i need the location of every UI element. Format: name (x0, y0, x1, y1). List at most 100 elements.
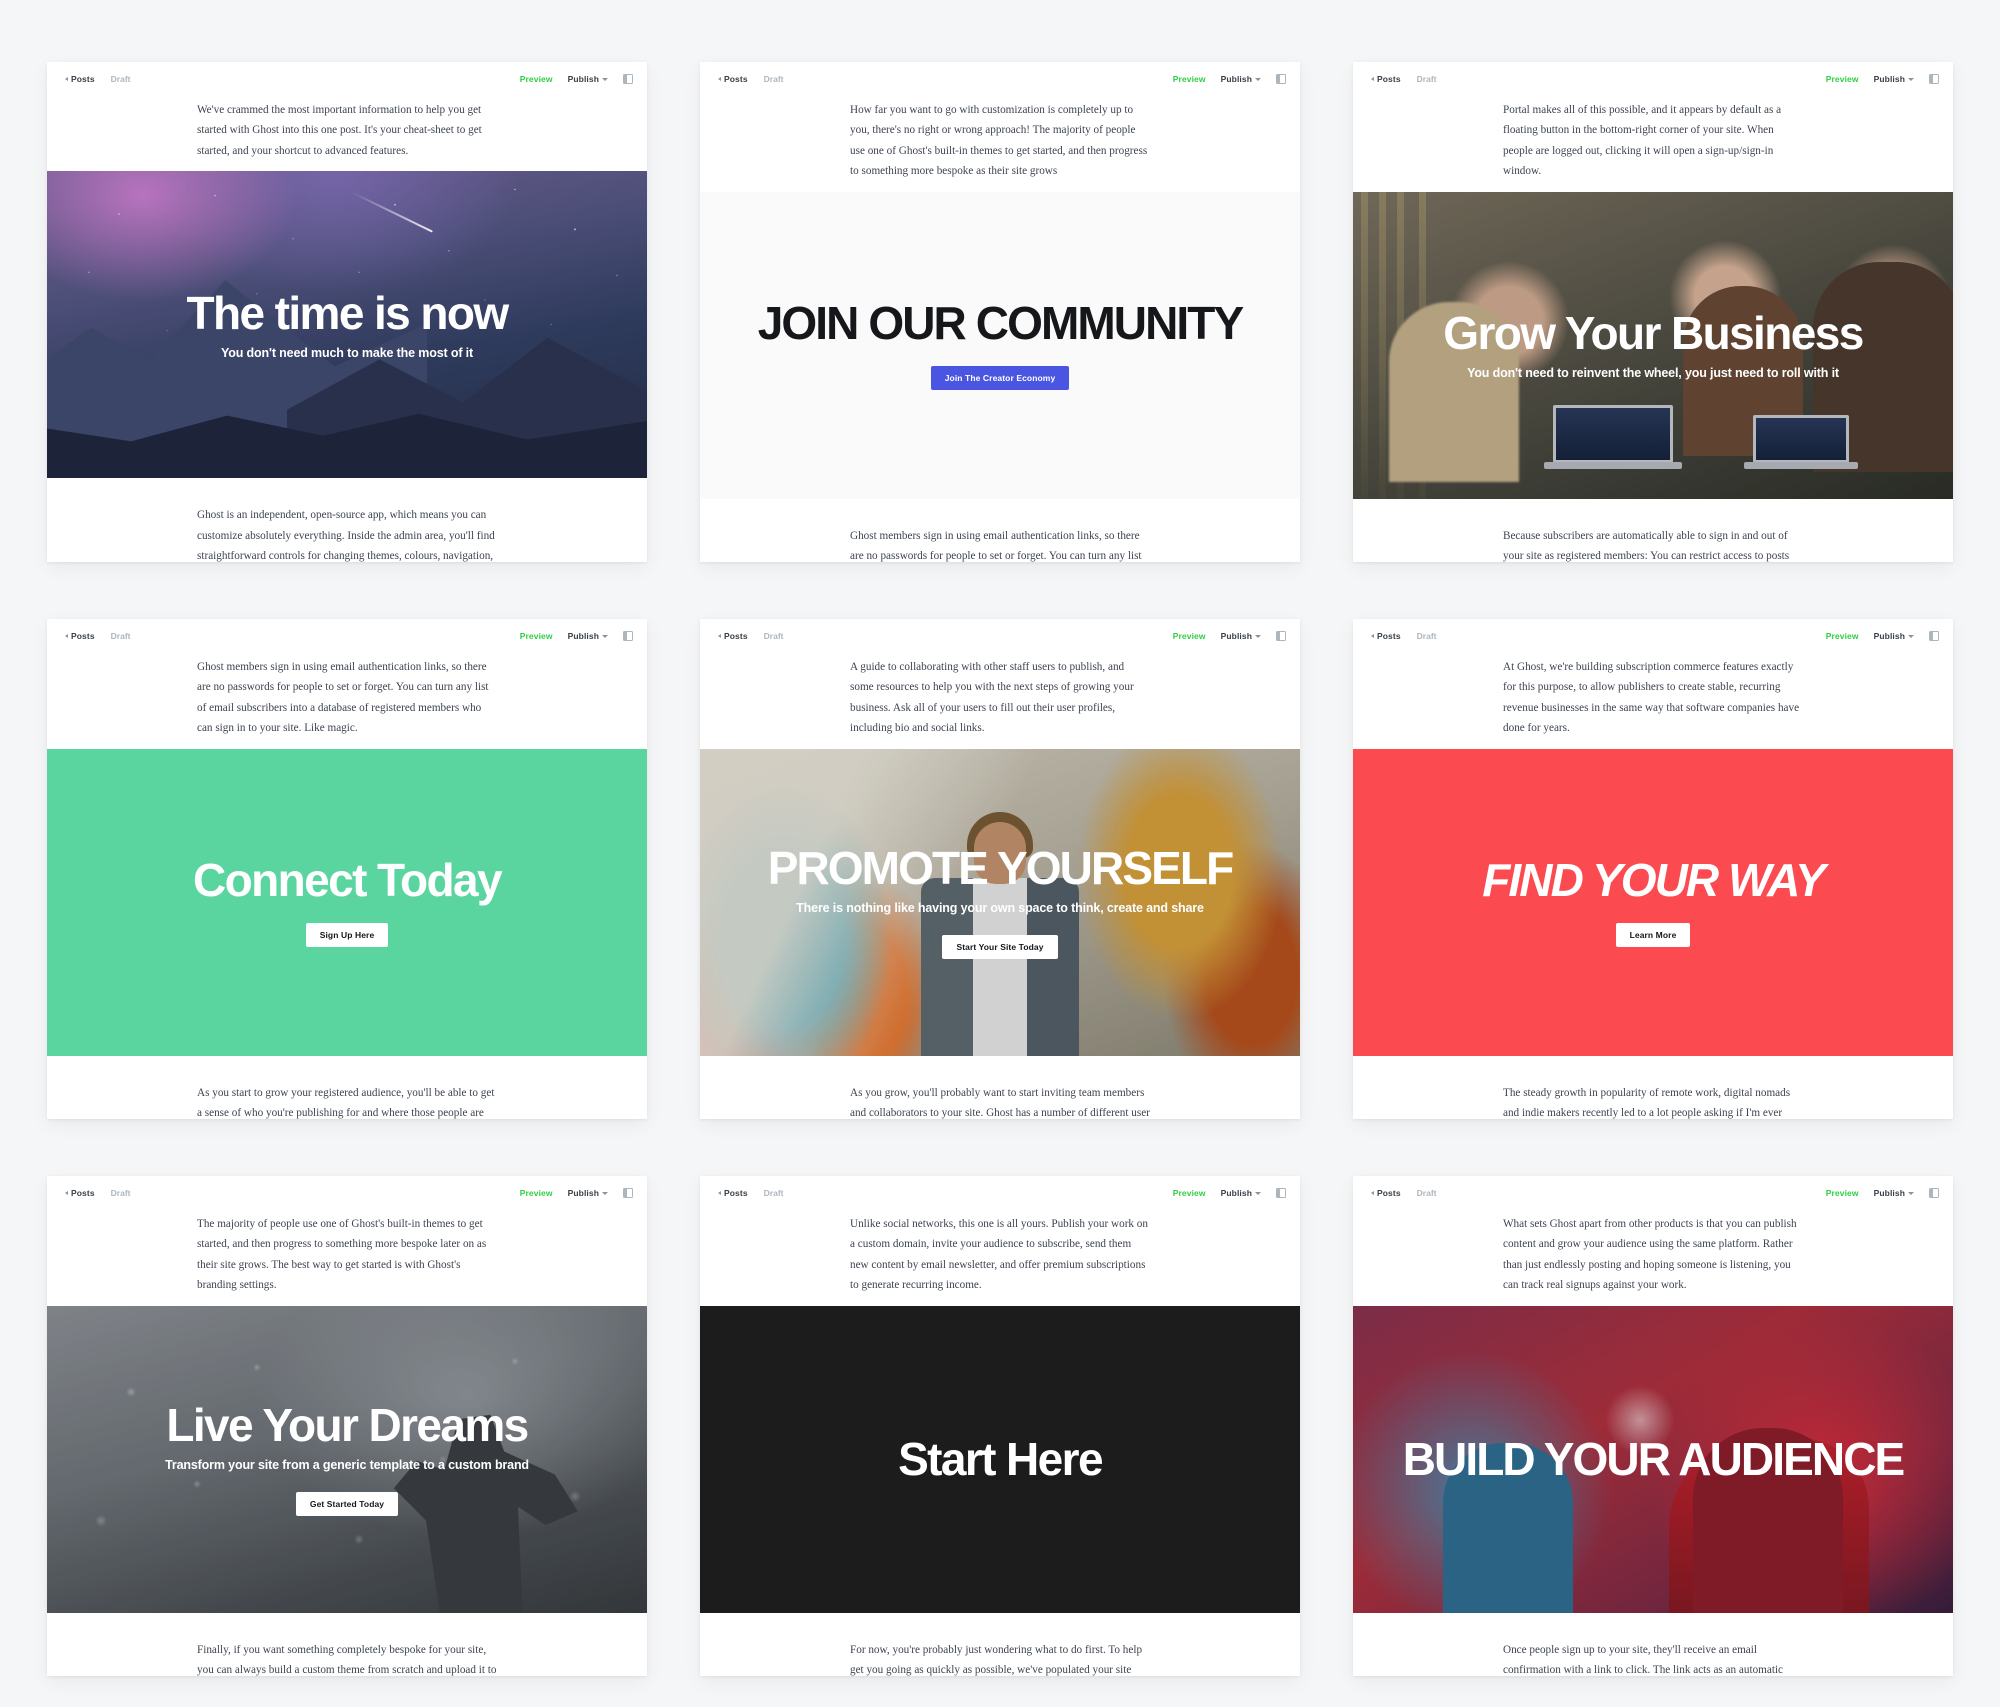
hero-cta-button[interactable]: Join The Creator Economy (930, 366, 1070, 391)
sidebar-toggle-icon[interactable] (623, 631, 633, 641)
sidebar-toggle-icon[interactable] (623, 1188, 633, 1198)
hero-subtitle: Transform your site from a generic templ… (165, 1457, 529, 1472)
post-top-paragraph: We've crammed the most important informa… (197, 104, 482, 157)
editor-topbar: Posts Draft Preview Publish (1353, 62, 1953, 96)
post-top-paragraph: The majority of people use one of Ghost'… (197, 1218, 487, 1292)
hero-title: The time is now (186, 286, 509, 339)
sidebar-toggle-icon[interactable] (1276, 631, 1286, 641)
hero-content: Live Your Dreams Transform your site fro… (47, 1402, 647, 1516)
editor-body: The majority of people use one of Ghost'… (47, 1210, 647, 1676)
editor-topbar: Posts Draft Preview Publish (700, 62, 1300, 96)
post-preview-card[interactable]: Posts Draft Preview Publish We've cramme… (47, 62, 647, 562)
post-lower-section: The steady growth in popularity of remot… (1353, 1056, 1953, 1120)
sidebar-toggle-icon[interactable] (1276, 74, 1286, 84)
publish-button[interactable]: Publish (568, 1188, 608, 1198)
back-to-posts-link[interactable]: Posts (1371, 631, 1401, 641)
post-bottom-paragraph: As you grow, you'll probably want to sta… (850, 1086, 1150, 1119)
post-preview-card[interactable]: Posts Draft Preview Publish The majority… (47, 1176, 647, 1676)
back-to-posts-link[interactable]: Posts (1371, 1188, 1401, 1198)
back-to-posts-link[interactable]: Posts (65, 631, 95, 641)
post-status-label: Draft (1416, 631, 1437, 641)
topbar-right-group: Preview Publish (1826, 74, 1939, 84)
preview-button[interactable]: Preview (1826, 631, 1859, 641)
post-preview-card[interactable]: Posts Draft Preview Publish At Ghost, we… (1353, 619, 1953, 1119)
hero-content: JOIN OUR COMMUNITY Join The Creator Econ… (700, 299, 1300, 391)
back-to-posts-link[interactable]: Posts (65, 1188, 95, 1198)
publish-label: Publish (1873, 74, 1905, 84)
topbar-right-group: Preview Publish (1826, 1188, 1939, 1198)
topbar-left-group: Posts Draft (65, 631, 131, 641)
preview-button[interactable]: Preview (520, 631, 553, 641)
back-to-posts-link[interactable]: Posts (1371, 74, 1401, 84)
editor-body: Ghost members sign in using email authen… (47, 653, 647, 1119)
back-to-posts-link[interactable]: Posts (718, 74, 748, 84)
post-status-label: Draft (1416, 74, 1437, 84)
post-lower-section: As you start to grow your registered aud… (47, 1056, 647, 1120)
hero-content: The time is now You don't need much to m… (47, 286, 647, 360)
chevron-down-icon (602, 635, 608, 638)
chevron-left-icon (1371, 77, 1374, 81)
chevron-left-icon (65, 77, 68, 81)
hero-cta-button[interactable]: Get Started Today (295, 1491, 399, 1516)
sidebar-toggle-icon[interactable] (1929, 1188, 1939, 1198)
post-status-label: Draft (110, 1188, 131, 1198)
preview-button[interactable]: Preview (1173, 74, 1206, 84)
back-to-posts-link[interactable]: Posts (718, 1188, 748, 1198)
hero-cta-button[interactable]: Sign Up Here (305, 923, 389, 948)
post-top-paragraph: At Ghost, we're building subscription co… (1503, 661, 1800, 735)
post-top-paragraph: Unlike social networks, this one is all … (850, 1218, 1148, 1292)
preview-button[interactable]: Preview (1826, 74, 1859, 84)
preview-button[interactable]: Preview (520, 1188, 553, 1198)
preview-button[interactable]: Preview (1826, 1188, 1859, 1198)
chevron-down-icon (1255, 1192, 1261, 1195)
topbar-right-group: Preview Publish (1173, 631, 1286, 641)
sidebar-toggle-icon[interactable] (1929, 631, 1939, 641)
editor-topbar: Posts Draft Preview Publish (1353, 619, 1953, 653)
publish-button[interactable]: Publish (1221, 74, 1261, 84)
post-cards-grid: Posts Draft Preview Publish We've cramme… (0, 0, 2000, 1707)
hero-subtitle: You don't need much to make the most of … (220, 345, 473, 360)
preview-button[interactable]: Preview (1173, 631, 1206, 641)
preview-button[interactable]: Preview (520, 74, 553, 84)
topbar-left-group: Posts Draft (1371, 1188, 1437, 1198)
post-preview-card[interactable]: Posts Draft Preview Publish Unlike socia… (700, 1176, 1300, 1676)
sidebar-toggle-icon[interactable] (623, 74, 633, 84)
post-preview-card[interactable]: Posts Draft Preview Publish A guide to c… (700, 619, 1300, 1119)
topbar-left-group: Posts Draft (65, 74, 131, 84)
post-preview-card[interactable]: Posts Draft Preview Publish How far you … (700, 62, 1300, 562)
back-to-posts-label: Posts (1377, 1188, 1401, 1198)
post-hero-section: Live Your Dreams Transform your site fro… (47, 1305, 647, 1613)
post-lower-section: Ghost is an independent, open-source app… (47, 478, 647, 562)
post-preview-card[interactable]: Posts Draft Preview Publish Portal makes… (1353, 62, 1953, 562)
editor-topbar: Posts Draft Preview Publish (47, 1176, 647, 1210)
publish-label: Publish (567, 74, 599, 84)
back-to-posts-label: Posts (71, 74, 95, 84)
sidebar-toggle-icon[interactable] (1929, 74, 1939, 84)
post-hero-section: FIND YOUR WAY Learn More (1353, 748, 1953, 1056)
back-to-posts-link[interactable]: Posts (65, 74, 95, 84)
publish-button[interactable]: Publish (1874, 631, 1914, 641)
publish-button[interactable]: Publish (1874, 1188, 1914, 1198)
hero-cta-button[interactable]: Learn More (1615, 923, 1691, 948)
topbar-left-group: Posts Draft (1371, 631, 1437, 641)
post-preview-card[interactable]: Posts Draft Preview Publish What sets Gh… (1353, 1176, 1953, 1676)
publish-button[interactable]: Publish (1874, 74, 1914, 84)
sidebar-toggle-icon[interactable] (1276, 1188, 1286, 1198)
post-top-paragraph: A guide to collaborating with other staf… (850, 661, 1134, 735)
post-lower-section: For now, you're probably just wondering … (700, 1613, 1300, 1677)
back-to-posts-link[interactable]: Posts (718, 631, 748, 641)
chevron-down-icon (1255, 635, 1261, 638)
publish-button[interactable]: Publish (568, 631, 608, 641)
publish-button[interactable]: Publish (568, 74, 608, 84)
publish-button[interactable]: Publish (1221, 1188, 1261, 1198)
post-preview-card[interactable]: Posts Draft Preview Publish Ghost member… (47, 619, 647, 1119)
post-lower-section: Ghost members sign in using email authen… (700, 499, 1300, 563)
post-top-paragraph: What sets Ghost apart from other product… (1503, 1218, 1797, 1292)
hero-cta-button[interactable]: Start Your Site Today (942, 934, 1058, 959)
preview-button[interactable]: Preview (1173, 1188, 1206, 1198)
publish-button[interactable]: Publish (1221, 631, 1261, 641)
post-lower-section: Finally, if you want something completel… (47, 1613, 647, 1677)
editor-body: Unlike social networks, this one is all … (700, 1210, 1300, 1676)
hero-title: Live Your Dreams (166, 1399, 529, 1452)
chevron-left-icon (718, 77, 721, 81)
